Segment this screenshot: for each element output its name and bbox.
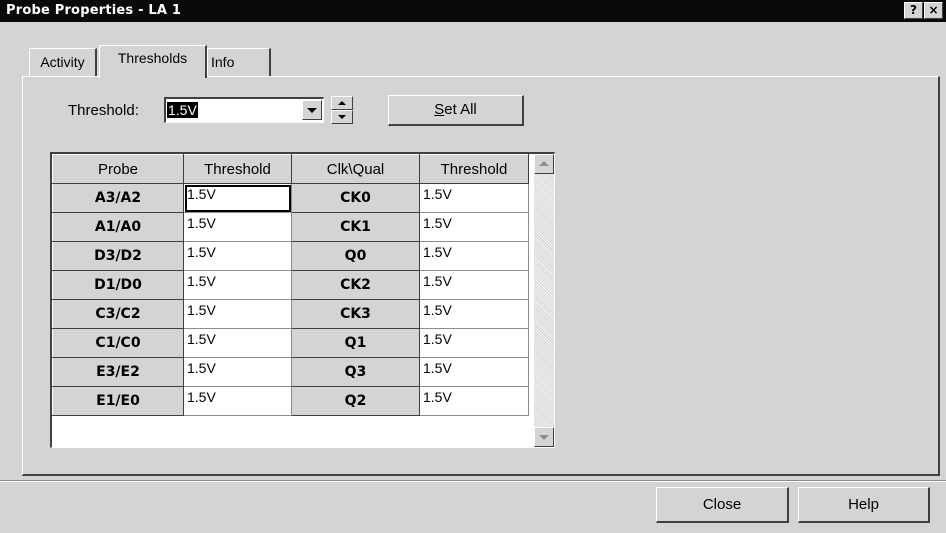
help-title-button[interactable]: ? bbox=[904, 2, 923, 19]
close-title-button[interactable]: × bbox=[924, 2, 943, 19]
close-button[interactable]: Close bbox=[656, 487, 789, 523]
window-title: Probe Properties - LA 1 bbox=[6, 3, 182, 18]
tab-thresholds[interactable]: Thresholds bbox=[99, 45, 207, 78]
footer-separator bbox=[0, 480, 946, 482]
tab-thresholds-label: Thresholds bbox=[117, 50, 188, 66]
tab-info-label: Info bbox=[211, 54, 235, 70]
tab-activity[interactable]: Activity bbox=[29, 48, 97, 76]
thresholds-panel bbox=[22, 76, 940, 476]
tab-activity-label: Activity bbox=[40, 54, 85, 70]
tab-info[interactable]: Info bbox=[207, 48, 271, 76]
title-bar: Probe Properties - LA 1 ? × bbox=[0, 0, 946, 22]
help-button[interactable]: Help bbox=[798, 487, 930, 523]
